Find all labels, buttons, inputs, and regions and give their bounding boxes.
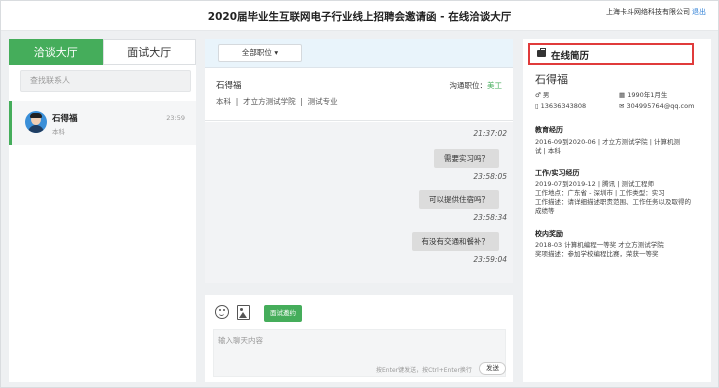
resume-panel: 在线简历 石得福 ♂ 男 ▦ 1990年1月生 ▯ 13636343808 ✉ … [523, 39, 711, 382]
education-title: 教育经历 [535, 126, 563, 134]
page-header: 2020届毕业生互联网电子行业线上招聘会邀请函 - 在线洽谈大厅 上海卡斗网络科… [1, 1, 718, 31]
award-line: 奖项描述：参加学校编程比赛，荣获一等奖 [535, 250, 659, 258]
tab-interview-hall[interactable]: 面试大厅 [102, 39, 196, 65]
gender-value: 男 [542, 91, 550, 99]
logout-link[interactable]: 退出 [692, 8, 706, 16]
image-icon[interactable] [237, 305, 250, 320]
chat-panel: 全部职位 ▾ 石得福 沟通职位：美工 本科 | 才立方测试学院 | 测试专业 2… [205, 39, 513, 283]
avatar [25, 111, 47, 133]
resume-title-box: 在线简历 [528, 43, 694, 65]
cake-icon: ▦ [619, 91, 628, 99]
message-timestamp: 23:58:05 [473, 172, 507, 181]
candidate-info: 石得福 沟通职位：美工 本科 | 才立方测试学院 | 测试专业 [205, 69, 513, 121]
message-timestamp: 23:58:34 [473, 213, 507, 222]
message-bubble: 可以提供住宿吗？ [419, 190, 499, 209]
phone-value: 13636343808 [540, 102, 587, 110]
resume-title: 在线简历 [551, 51, 590, 62]
work-line: 工作描述：请详细描述职责范围、工作任务以及取得的 [535, 198, 691, 206]
position-filter-label: 全部职位 [241, 48, 272, 57]
message-timestamp: 21:37:02 [473, 129, 507, 138]
resume-name: 石得福 [535, 73, 568, 86]
work-title: 工作/实习经历 [535, 169, 580, 177]
position-value: 美工 [487, 81, 502, 90]
email-field: ✉ 304995764@qq.com [619, 102, 694, 110]
award-title: 校内奖励 [535, 230, 563, 238]
education-line: 2016-09到2020-06 | 才立方测试学院 | 计算机测 [535, 138, 680, 146]
chat-toolbar: 全部职位 ▾ [205, 39, 513, 68]
company-info: 上海卡斗网络科技有限公司 退出 [606, 7, 706, 17]
company-name: 上海卡斗网络科技有限公司 [606, 8, 690, 16]
award-line: 2018-03 计算机编程一等奖 才立方测试学院 [535, 241, 664, 249]
position-filter-dropdown[interactable]: 全部职位 ▾ [218, 44, 302, 62]
work-line: 工作地点：广东省 - 深圳市 | 工作类型：实习 [535, 189, 665, 197]
send-hint: 按Enter键发送，按Ctrl+Enter换行 [376, 367, 472, 374]
candidate-name: 石得福 [216, 81, 242, 91]
message-composer: 面试邀约 输入聊天内容 按Enter键发送，按Ctrl+Enter换行 发送 [205, 295, 513, 382]
gender-field: ♂ 男 [535, 89, 549, 99]
birth-value: 1990年1月生 [627, 91, 668, 99]
mail-icon: ✉ [619, 102, 627, 110]
message-timestamp: 23:59:04 [473, 255, 507, 264]
contact-search-input[interactable]: 查找联系人 [20, 70, 191, 92]
interview-invite-button[interactable]: 面试邀约 [264, 305, 302, 322]
candidate-detail: 本科 | 才立方测试学院 | 测试专业 [216, 97, 338, 106]
briefcase-icon [537, 48, 546, 57]
phone-field: ▯ 13636343808 [535, 102, 586, 110]
message-list: 21:37:02 需要实习吗？ 23:58:05 可以提供住宿吗？ 23:58:… [205, 122, 513, 283]
position-label: 沟通职位： [449, 81, 488, 90]
email-value: 304995764@qq.com [626, 102, 695, 110]
work-line: 2019-07到2019-12 | 腾讯 | 测试工程师 [535, 180, 654, 188]
caret-down-icon: ▾ [274, 48, 279, 57]
message-bubble: 有没有交通和餐补？ [411, 232, 499, 251]
contact-list-item[interactable]: 石得福 本科 23:59 [9, 101, 196, 145]
education-line: 试 | 本科 [535, 147, 561, 155]
contact-name: 石得福 [52, 114, 78, 124]
contacts-panel: 洽谈大厅 面试大厅 查找联系人 石得福 本科 23:59 [9, 39, 196, 382]
birth-field: ▦ 1990年1月生 [619, 89, 667, 99]
send-button[interactable]: 发送 [479, 362, 506, 375]
hall-tabs: 洽谈大厅 面试大厅 [9, 39, 196, 65]
communication-position: 沟通职位：美工 [450, 80, 503, 91]
emoji-icon[interactable] [215, 305, 229, 319]
contact-time: 23:59 [166, 114, 185, 122]
contact-degree: 本科 [52, 128, 65, 136]
tab-negotiation-hall[interactable]: 洽谈大厅 [9, 39, 103, 65]
gender-icon: ♂ [535, 91, 543, 99]
work-line: 成绩等 [535, 207, 555, 215]
message-bubble: 需要实习吗？ [434, 149, 499, 168]
